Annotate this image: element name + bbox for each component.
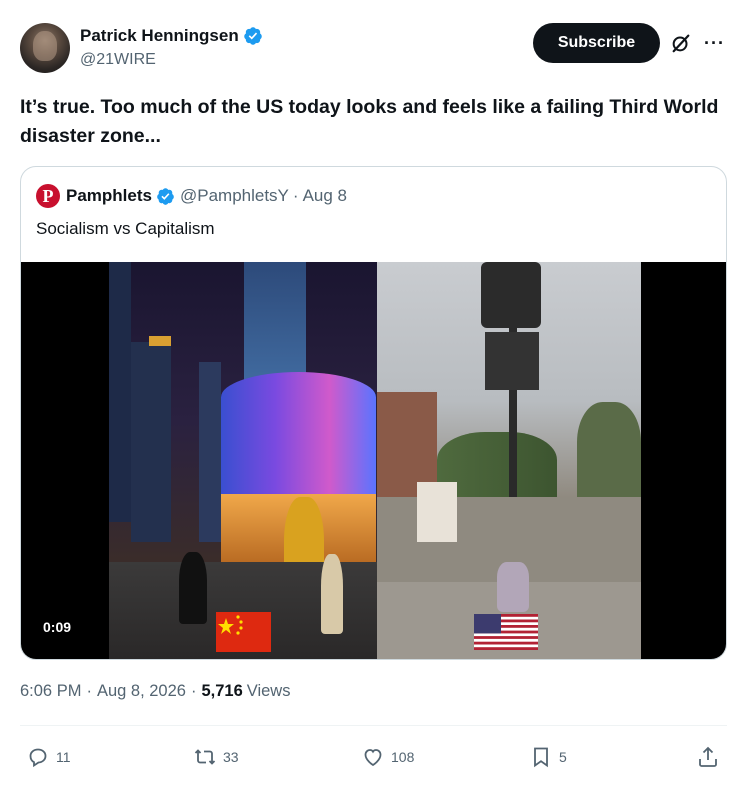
action-bar: 11 33 108 5 (0, 740, 745, 774)
author-name[interactable]: Patrick Henningsen (80, 25, 239, 47)
quoted-author-name[interactable]: Pamphlets (66, 186, 152, 206)
views-label: Views (246, 682, 291, 700)
author-handle[interactable]: @21WIRE (80, 49, 263, 71)
share-button[interactable] (696, 740, 726, 774)
separator-dot: · (292, 186, 299, 205)
reply-icon (29, 748, 47, 768)
tweet-text: It’s true. Too much of the US today look… (20, 96, 719, 147)
video-frame-right (377, 262, 641, 659)
more-icon[interactable]: ··· (704, 33, 726, 53)
author-block: Patrick Henningsen @21WIRE (80, 25, 263, 71)
quoted-tweet[interactable]: P Pamphlets @PamphletsY · Aug 8 Socialis… (20, 166, 727, 660)
grok-icon[interactable] (670, 32, 692, 54)
quoted-tweet-header: P Pamphlets @PamphletsY · Aug 8 (36, 184, 347, 208)
quoted-avatar[interactable]: P (36, 184, 60, 208)
repost-button[interactable]: 33 (193, 740, 239, 774)
separator-dot: · (190, 682, 197, 700)
author-avatar[interactable] (20, 23, 70, 73)
video-frame-left (109, 262, 377, 659)
china-flag-icon (216, 612, 271, 652)
divider (20, 725, 727, 726)
bookmark-count: 5 (559, 749, 567, 765)
quoted-date[interactable]: Aug 8 (303, 186, 347, 206)
heart-icon (364, 749, 382, 767)
share-icon (699, 746, 717, 767)
separator-dot: · (86, 682, 92, 700)
repost-icon (194, 749, 216, 765)
views-count: 5,716 (201, 682, 243, 700)
tweet-date[interactable]: Aug 8, 2026 (97, 682, 186, 701)
bookmark-button[interactable]: 5 (529, 740, 567, 774)
tweet-meta: 6:06 PM · Aug 8, 2026 · 5,716 Views (20, 682, 290, 701)
video-duration: 0:09 (37, 616, 78, 638)
subscribe-button[interactable]: Subscribe (533, 23, 660, 63)
verified-badge-icon (157, 187, 174, 205)
quoted-tweet-text: Socialism vs Capitalism (36, 219, 215, 238)
author-name-row[interactable]: Patrick Henningsen (80, 25, 263, 47)
like-button[interactable]: 108 (361, 740, 414, 774)
like-count: 108 (391, 749, 415, 765)
tweet-time[interactable]: 6:06 PM (20, 682, 81, 701)
us-flag-icon (474, 614, 538, 650)
reply-button[interactable]: 11 (26, 740, 71, 774)
quoted-author-handle[interactable]: @PamphletsY (180, 186, 289, 206)
video-player[interactable]: 0:09 (21, 262, 726, 659)
reply-count: 11 (56, 749, 71, 765)
repost-count: 33 (223, 749, 239, 765)
verified-badge-icon (243, 27, 262, 45)
bookmark-icon (534, 747, 548, 768)
